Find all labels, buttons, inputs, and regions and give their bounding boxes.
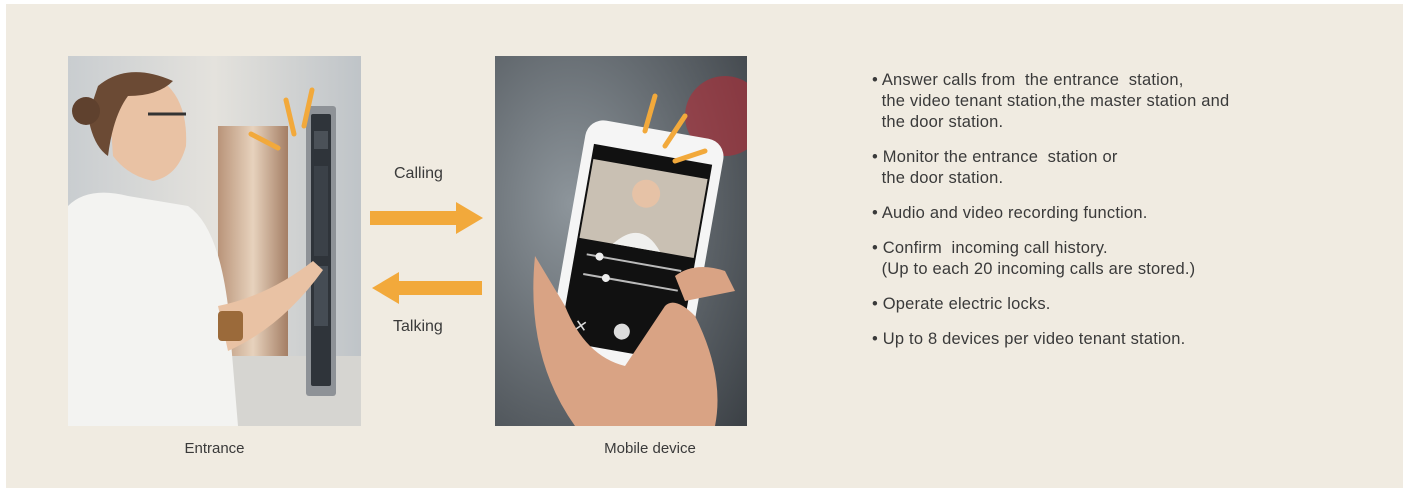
feature-text: • Operate electric locks. — [872, 295, 1051, 313]
feature-item: • Monitor the entrance station or the do… — [872, 147, 1382, 189]
feature-list: • Answer calls from the entrance station… — [872, 70, 1382, 364]
mobile-device-photo: ✕ — [495, 56, 747, 426]
feature-item: • Answer calls from the entrance station… — [872, 70, 1382, 133]
feature-item: • Audio and video recording function. — [872, 203, 1382, 224]
feature-text: (Up to each 20 incoming calls are stored… — [872, 260, 1196, 278]
talking-label: Talking — [393, 318, 443, 335]
feature-text: • Audio and video recording function. — [872, 204, 1148, 222]
feature-text: • Confirm incoming call history. — [872, 239, 1108, 257]
feature-item: • Operate electric locks. — [872, 294, 1382, 315]
feature-text: the door station. — [872, 169, 1004, 187]
calling-label: Calling — [394, 165, 443, 182]
feature-text: • Monitor the entrance station or — [872, 148, 1118, 166]
entrance-caption: Entrance — [184, 440, 245, 457]
arrow-left-icon — [372, 272, 482, 304]
feature-item: • Up to 8 devices per video tenant stati… — [872, 329, 1382, 350]
feature-item: • Confirm incoming call history. (Up to … — [872, 238, 1382, 280]
feature-text: • Up to 8 devices per video tenant stati… — [872, 330, 1186, 348]
feature-text: • Answer calls from the entrance station… — [872, 71, 1184, 89]
feature-text: the video tenant station,the master stat… — [872, 92, 1230, 110]
arrow-right-icon — [370, 202, 483, 234]
entrance-photo — [68, 56, 361, 426]
mobile-device-caption: Mobile device — [604, 440, 696, 457]
feature-text: the door station. — [872, 113, 1004, 131]
